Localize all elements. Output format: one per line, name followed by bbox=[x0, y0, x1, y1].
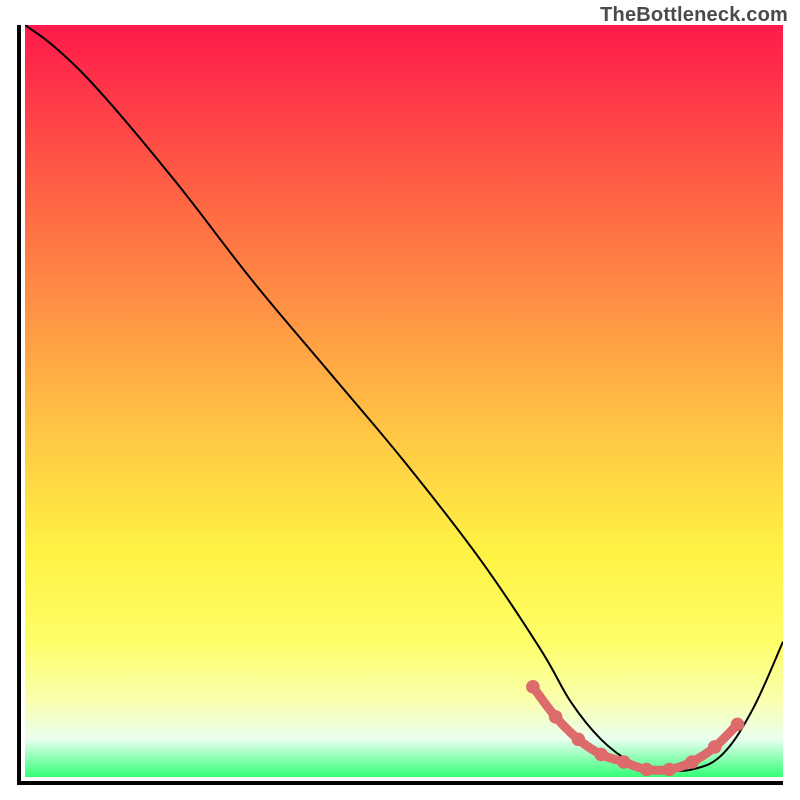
highlight-dot bbox=[549, 710, 563, 724]
highlight-dot bbox=[617, 755, 631, 769]
curve-layer bbox=[25, 25, 783, 777]
highlight-dot bbox=[640, 763, 654, 777]
highlight-dot bbox=[685, 755, 699, 769]
highlight-dot bbox=[572, 733, 586, 747]
highlight-dot bbox=[526, 680, 540, 694]
highlight-dot bbox=[731, 718, 745, 732]
plot-area bbox=[17, 25, 783, 785]
highlight-dot bbox=[662, 763, 676, 777]
highlight-dot bbox=[708, 740, 722, 754]
bottleneck-curve bbox=[25, 25, 783, 771]
chart-container: TheBottleneck.com bbox=[0, 0, 800, 800]
optimal-highlight bbox=[533, 687, 738, 771]
watermark-text: TheBottleneck.com bbox=[600, 4, 788, 27]
highlight-dot bbox=[594, 748, 608, 762]
